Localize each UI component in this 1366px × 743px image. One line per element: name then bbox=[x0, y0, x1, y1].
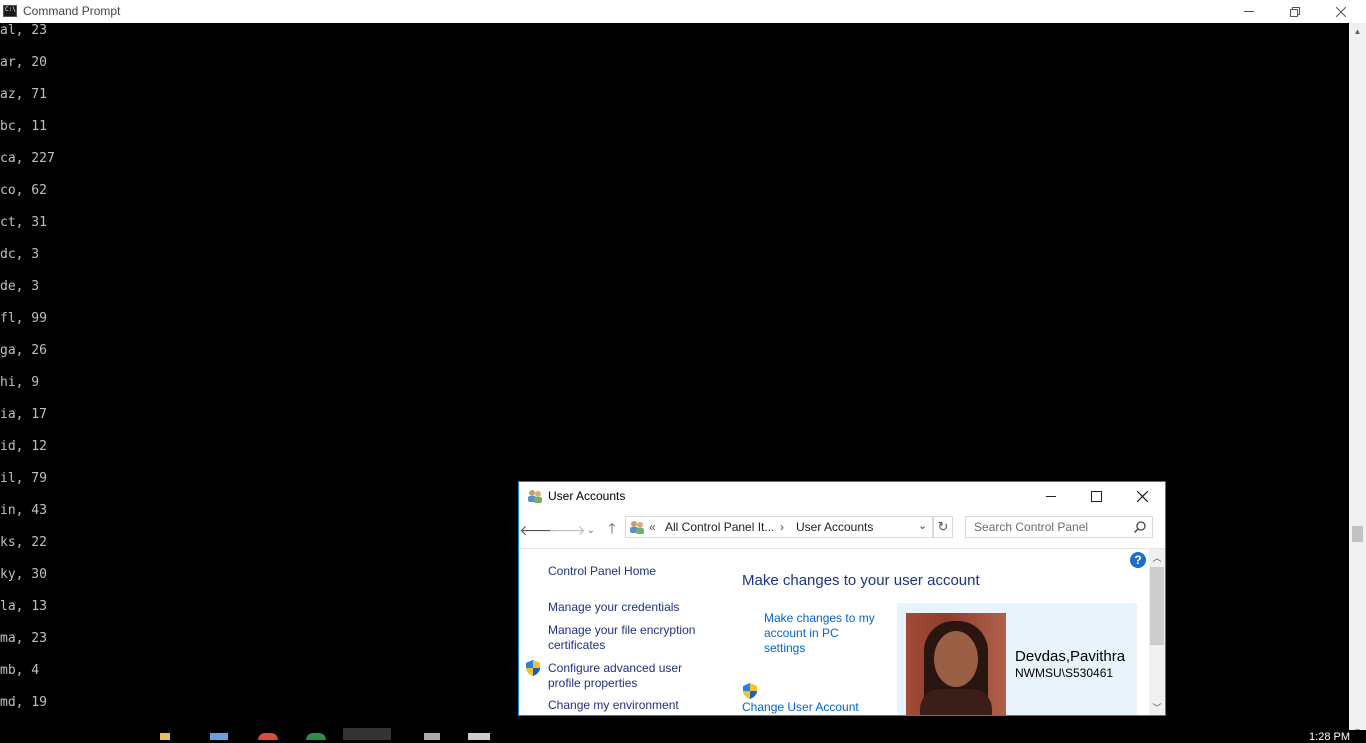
main-heading: Make changes to your user account bbox=[742, 572, 980, 589]
ua-maximize-button[interactable] bbox=[1073, 482, 1119, 510]
cmd-output-line: ia, 17 bbox=[0, 407, 47, 422]
cmd-output-line: in, 43 bbox=[0, 503, 47, 518]
scroll-up-chevron-icon[interactable]: ︿ bbox=[1149, 549, 1165, 565]
pc-settings-link[interactable]: Make changes to my account in PC setting… bbox=[764, 611, 875, 656]
cmd-output-line: md, 19 bbox=[0, 695, 47, 710]
cmd-output-line: dc, 3 bbox=[0, 247, 40, 262]
cmd-app-icon bbox=[3, 5, 17, 17]
cmd-output-line: il, 79 bbox=[0, 471, 47, 486]
taskbar-app-icon[interactable] bbox=[306, 733, 326, 740]
cmd-restore-button[interactable] bbox=[1272, 0, 1318, 23]
cmd-titlebar: Command Prompt bbox=[0, 0, 1366, 23]
user-account-id: NWMSU\S530461 bbox=[1015, 666, 1114, 680]
cmd-output-line: mb, 4 bbox=[0, 663, 40, 678]
nav-separator bbox=[519, 548, 1165, 549]
taskbar-settings-icon[interactable] bbox=[424, 733, 440, 740]
change-environment-link[interactable]: Change my environment bbox=[548, 698, 679, 713]
ua-titlebar: User Accounts bbox=[519, 482, 1165, 512]
refresh-icon[interactable]: ↻ bbox=[933, 516, 953, 538]
cmd-output-line: id, 12 bbox=[0, 439, 47, 454]
cmd-output-line: az, 71 bbox=[0, 87, 47, 102]
manage-encryption-link[interactable]: Manage your file encryption certificates bbox=[548, 623, 695, 653]
breadcrumb-separator[interactable]: › bbox=[780, 520, 784, 534]
search-icon bbox=[1134, 521, 1146, 533]
pc-settings-line-2: account in PC bbox=[764, 626, 839, 640]
cmd-close-button[interactable] bbox=[1318, 0, 1364, 23]
breadcrumb-user-accounts[interactable]: User Accounts bbox=[796, 520, 873, 534]
scroll-up-arrow-icon[interactable]: ▲ bbox=[1349, 23, 1366, 40]
up-arrow-icon[interactable]: 🡑 bbox=[602, 520, 622, 540]
configure-advanced-profile-link[interactable]: Configure advanced user profile properti… bbox=[548, 661, 682, 691]
user-display-name: Devdas,Pavithra bbox=[1015, 648, 1126, 665]
ua-scrollbar[interactable]: ︿ ﹀ bbox=[1149, 549, 1165, 715]
taskbar-file-explorer-icon[interactable] bbox=[160, 733, 170, 740]
cmd-output-line: al, 23 bbox=[0, 23, 47, 38]
scroll-down-chevron-icon[interactable]: ﹀ bbox=[1149, 699, 1165, 715]
minimize-icon bbox=[1046, 495, 1056, 497]
manage-encryption-line-1: Manage your file encryption bbox=[548, 623, 696, 637]
ua-close-button[interactable] bbox=[1119, 482, 1165, 510]
uac-shield-icon bbox=[526, 660, 540, 676]
ua-window-title: User Accounts bbox=[548, 489, 626, 503]
ua-navigation-bar: 🡐 🡒 ⌄ 🡑 « All Control Panel It... › User… bbox=[519, 512, 1165, 546]
cmd-output-line: bc, 11 bbox=[0, 119, 47, 134]
minimize-icon bbox=[1244, 11, 1254, 12]
restore-icon bbox=[1290, 6, 1300, 17]
cmd-scroll-thumb[interactable] bbox=[1352, 526, 1363, 542]
back-arrow-icon[interactable]: 🡐 bbox=[519, 520, 557, 540]
manage-encryption-line-2: certificates bbox=[548, 638, 606, 652]
cmd-output-line: ma, 23 bbox=[0, 631, 47, 646]
address-dropdown-icon[interactable]: ⌄ bbox=[918, 519, 927, 532]
cmd-output-line: ga, 26 bbox=[0, 343, 47, 358]
user-tile: Devdas,Pavithra NWMSU\S530461 bbox=[897, 603, 1137, 715]
cmd-output-line: ky, 30 bbox=[0, 567, 47, 582]
taskbar bbox=[0, 730, 1366, 740]
taskbar-control-panel-icon[interactable] bbox=[468, 733, 490, 740]
cmd-scrollbar[interactable]: ▲ ▼ bbox=[1349, 23, 1366, 740]
manage-credentials-link[interactable]: Manage your credentials bbox=[548, 600, 679, 615]
ua-scroll-thumb[interactable] bbox=[1150, 567, 1164, 645]
user-avatar bbox=[906, 613, 1006, 715]
taskbar-cmd-icon[interactable] bbox=[343, 728, 391, 740]
control-panel-icon bbox=[630, 521, 644, 534]
maximize-icon bbox=[1090, 490, 1102, 502]
taskbar-store-icon[interactable] bbox=[210, 733, 228, 740]
close-icon bbox=[1136, 490, 1148, 502]
recent-locations-icon[interactable]: ⌄ bbox=[581, 520, 601, 540]
control-panel-home-link[interactable]: Control Panel Home bbox=[548, 564, 656, 579]
search-input[interactable]: Search Control Panel bbox=[965, 516, 1153, 538]
cmd-output-line: fl, 99 bbox=[0, 311, 47, 326]
user-accounts-window: User Accounts 🡐 🡒 ⌄ 🡑 « All Control Pane… bbox=[518, 481, 1166, 716]
change-uac-settings-link[interactable]: Change User Account bbox=[742, 700, 859, 715]
pc-settings-line-1: Make changes to my bbox=[764, 611, 875, 625]
search-placeholder: Search Control Panel bbox=[974, 520, 1089, 534]
cmd-output-line: ks, 22 bbox=[0, 535, 47, 550]
configure-advanced-line-2: profile properties bbox=[548, 676, 638, 690]
cmd-output-line: co, 62 bbox=[0, 183, 47, 198]
breadcrumb-all-control-panel[interactable]: All Control Panel It... bbox=[665, 520, 774, 534]
taskbar-clock[interactable]: 1:28 PM bbox=[1309, 731, 1350, 743]
cmd-output-line: hi, 9 bbox=[0, 375, 40, 390]
configure-advanced-line-1: Configure advanced user bbox=[548, 661, 683, 675]
cmd-minimize-button[interactable] bbox=[1226, 0, 1272, 23]
pc-settings-line-3: settings bbox=[764, 641, 806, 655]
close-icon bbox=[1336, 6, 1346, 17]
breadcrumb-overflow[interactable]: « bbox=[649, 520, 656, 534]
forward-arrow-icon[interactable]: 🡒 bbox=[548, 520, 586, 540]
cmd-output-line: ca, 227 bbox=[0, 151, 55, 166]
cmd-output-line: ar, 20 bbox=[0, 55, 47, 70]
cmd-output-line: ct, 31 bbox=[0, 215, 47, 230]
cmd-output-line: la, 13 bbox=[0, 599, 47, 614]
taskbar-chrome-icon[interactable] bbox=[258, 733, 278, 740]
cmd-output-line: de, 3 bbox=[0, 279, 40, 294]
uac-shield-icon bbox=[743, 683, 757, 699]
cmd-window-title: Command Prompt bbox=[23, 4, 121, 18]
ua-minimize-button[interactable] bbox=[1028, 482, 1074, 510]
help-icon[interactable]: ? bbox=[1130, 552, 1146, 568]
users-icon bbox=[528, 490, 542, 503]
address-bar[interactable]: « All Control Panel It... › User Account… bbox=[625, 516, 933, 538]
